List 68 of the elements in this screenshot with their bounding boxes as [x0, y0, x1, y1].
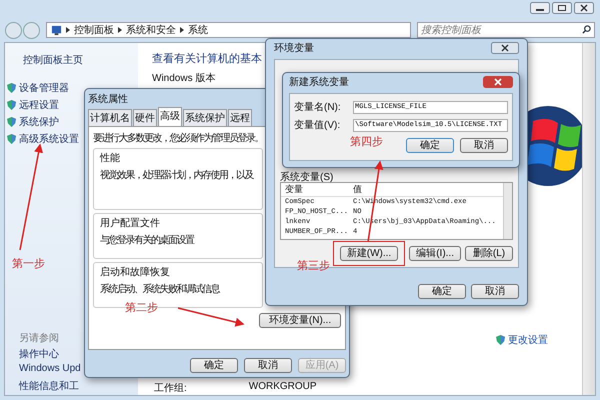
close-button[interactable]	[491, 42, 519, 54]
tab[interactable]: 远程	[228, 108, 252, 126]
dialog-button[interactable]: 取消	[460, 138, 508, 153]
group-title: 用户配置文件	[100, 216, 160, 230]
shield-icon	[496, 335, 505, 345]
tab[interactable]: 计算机名	[88, 108, 132, 126]
step-annotation: 第三步	[297, 259, 330, 273]
sidebar-link[interactable]: 控制面板主页	[23, 53, 83, 67]
sidebar-link[interactable]: Windows Upd	[19, 363, 81, 379]
scrollbar[interactable]	[503, 183, 512, 239]
tab[interactable]: 高级	[158, 106, 182, 126]
sidebar-link[interactable]: 性能信息和工	[19, 379, 79, 395]
dialog-button[interactable]: 取消	[244, 358, 292, 373]
field-value: WORKGROUP	[248, 381, 317, 394]
environment-variables-button[interactable]: 环境变量(N)...	[259, 312, 341, 328]
shield-icon	[7, 134, 16, 144]
group-title: 启动和故障恢复	[100, 266, 170, 279]
step-annotation: 第二步	[125, 301, 158, 315]
address-bar[interactable]: 控制面板 系统和安全 系统	[46, 22, 411, 38]
section-label: Windows 版本	[152, 72, 216, 85]
group-description: 与您登录有关的桌面设置	[100, 234, 194, 247]
close-button[interactable]	[574, 2, 594, 14]
dialog-button[interactable]: 新建(W)...	[340, 246, 398, 261]
change-settings-link[interactable]: 更改设置	[508, 333, 548, 347]
field-label: 变量名(N):	[294, 100, 342, 114]
column-header[interactable]: 变量	[281, 183, 349, 196]
search-field[interactable]: 搜索控制面板	[417, 22, 595, 38]
sidebar-link[interactable]: 设备管理器	[19, 80, 69, 94]
dialog-title: 环境变量	[274, 42, 314, 56]
notice-text: 要进行大多数更改，您必须作为管理员登录。	[93, 132, 263, 145]
sidebar-link[interactable]: 操作中心	[19, 347, 59, 363]
tab[interactable]: 硬件	[133, 108, 157, 126]
dialog-button[interactable]: 编辑(I)...	[409, 246, 461, 261]
dialog-button[interactable]: 取消	[471, 284, 519, 299]
dialog-title: 系统属性	[88, 93, 128, 107]
sidebar-link[interactable]: 远程设置	[19, 98, 59, 112]
field-label: 工作组:	[154, 382, 187, 395]
dialog-button[interactable]: 确定	[406, 138, 454, 153]
annotation-arrow	[178, 307, 244, 327]
tab[interactable]: 系统保护	[183, 108, 227, 126]
group-description: 系统启动、系统失败和调试信息	[100, 282, 219, 296]
shield-icon	[7, 116, 16, 126]
step-annotation: 第四步	[350, 135, 383, 149]
shield-icon	[7, 100, 16, 110]
page-heading: 查看有关计算机的基本	[152, 52, 262, 66]
search-icon	[582, 25, 591, 34]
scrollbar[interactable]	[582, 43, 595, 395]
dialog-button[interactable]: 确定	[190, 358, 238, 373]
shield-icon	[7, 82, 16, 92]
sidebar-link[interactable]: 高级系统设置	[19, 132, 79, 146]
column-header[interactable]: 值	[349, 183, 362, 196]
field-label: 变量值(V):	[294, 118, 342, 132]
maximize-button[interactable]	[552, 2, 572, 14]
close-button[interactable]	[483, 76, 513, 88]
dialog-button[interactable]: 确定	[418, 284, 466, 299]
sidebar-link[interactable]: 系统保护	[19, 114, 59, 128]
chevron-icon	[66, 27, 70, 33]
dialog-title: 新建系统变量	[289, 76, 349, 90]
section-label: 系统变量(S)	[280, 170, 334, 182]
group-description: 视觉效果，处理器计划，内存使用，以及	[100, 168, 253, 182]
section-heading: 另请参阅	[19, 332, 59, 346]
chevron-icon	[180, 27, 184, 33]
minimize-button[interactable]	[530, 2, 550, 14]
group-title: 性能	[100, 152, 120, 165]
chevron-icon	[118, 27, 122, 33]
monitor-icon	[51, 24, 62, 36]
step-annotation: 第一步	[12, 257, 45, 271]
dialog-button[interactable]: 删除(L)	[465, 246, 513, 261]
